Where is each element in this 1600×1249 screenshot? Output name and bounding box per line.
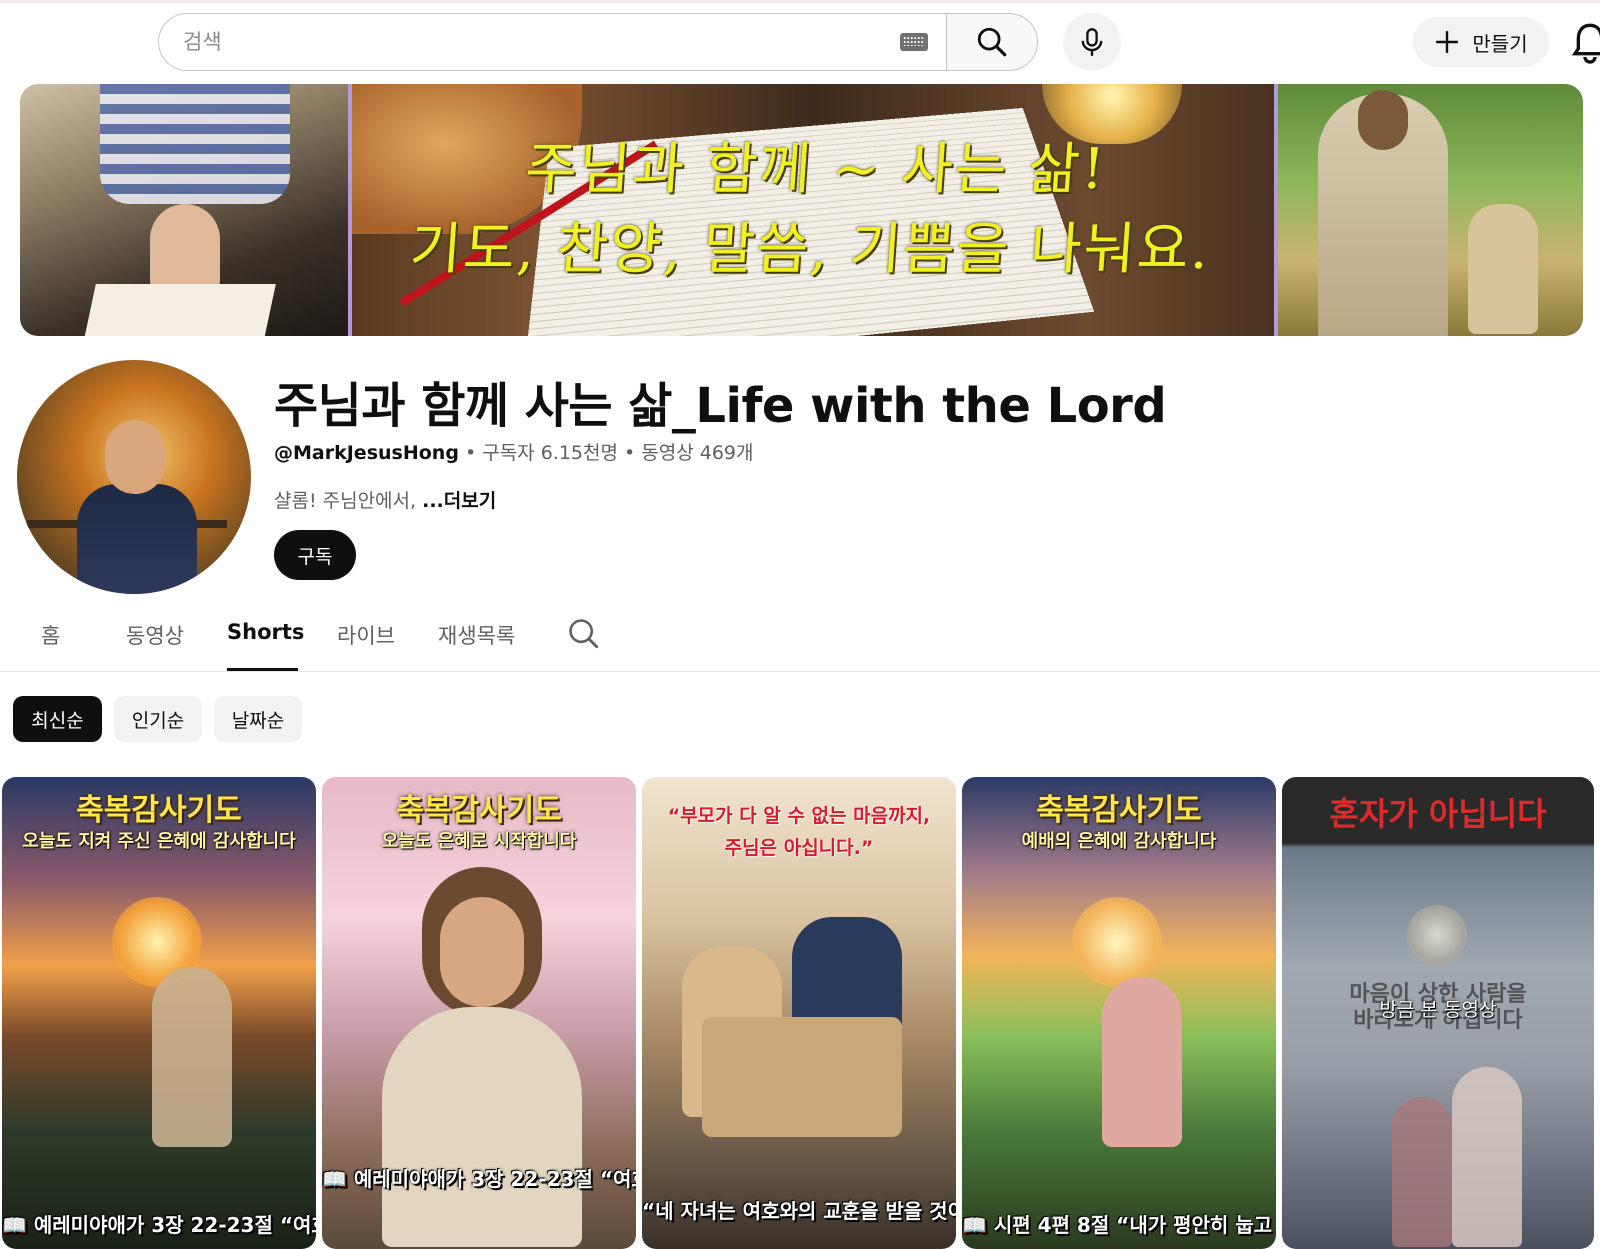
meta-separator: • [458,442,483,464]
create-label: 만들기 [1472,31,1528,56]
keyboard-icon[interactable] [900,33,928,51]
create-button[interactable]: 만들기 [1413,17,1549,67]
chip-oldest[interactable]: 날짜순 [214,696,302,742]
banner-line-1: 주님과 함께 ~ 사는 삶! [523,137,1109,202]
short-verse: 📖 시편 4편 8절 “내가 평안히 눕고 자기도 하리니 나를 안전히 살게 … [962,1213,1276,1237]
meta-separator: • [617,442,642,464]
short-subtitle: 오늘도 지켜 주신 은혜에 감사합니다 [22,831,296,852]
channel-search-icon[interactable] [567,617,601,651]
microphone-icon [1081,28,1103,56]
plus-icon [1436,31,1459,53]
banner-title: 주님과 함께 ~ 사는 삶! 기도, 찬양, 말씀, 기쁨을 나눠요. [346,130,1279,289]
subscriber-count: 구독자 6.15천명 [482,442,618,464]
channel-handle[interactable]: @MarkJesusHong [274,442,459,464]
short-subtitle: 예배의 은혜에 감사합니다 [1021,831,1217,852]
short-item[interactable]: 축복감사기도 오늘도 은혜로 시작합니다 📖 예레미야애가 3장 22-23절 … [322,777,636,1249]
search-button[interactable] [946,13,1038,71]
short-item-watched[interactable]: 혼자가 아닙니다 마음이 상한 사람을 바라보게 하십니다 방금 본 동영상 [1282,777,1594,1249]
short-verse: 📖 예레미야애가 3장 22-23절 “여호와의 인자와 긍휼이 무궁하시므로…… [322,1167,636,1191]
short-item[interactable]: “부모가 다 알 수 없는 마음까지, 주님은 아십니다.” “네 자녀는 여호… [642,777,956,1249]
chip-popular[interactable]: 인기순 [114,696,202,742]
top-accent-line [0,0,1600,3]
chip-latest[interactable]: 최신순 [13,696,102,742]
tab-playlists[interactable]: 재생목록 [438,620,515,650]
short-title: 축복감사기도 [396,793,562,828]
short-title: 축복감사기도 [76,793,242,828]
short-verse: 📖 예레미야애가 3장 22-23절 “여호와의 인자와 긍휼이 무궁하시므로…… [2,1213,316,1237]
channel-tabs: 홈 동영상 Shorts 라이브 재생목록 [0,600,1600,672]
short-subtitle: 오늘도 은혜로 시작합니다 [381,831,577,852]
banner-bible-image: 주님과 함께 ~ 사는 삶! 기도, 찬양, 말씀, 기쁨을 나눠요. [348,84,1278,336]
banner-praying-woman-image [20,84,348,336]
short-title: 혼자가 아닙니다 [1329,795,1547,833]
short-item[interactable]: 축복감사기도 오늘도 지켜 주신 은혜에 감사합니다 📖 예레미야애가 3장 2… [2,777,316,1249]
search-box[interactable] [158,13,946,71]
short-quote-line-1: “부모가 다 알 수 없는 마음까지, [667,805,931,827]
notifications-bell-icon[interactable] [1570,20,1600,64]
tab-shorts[interactable]: Shorts [227,620,304,644]
short-item[interactable]: 축복감사기도 예배의 은혜에 감사합니다 📖 시편 4편 8절 “내가 평안히 … [962,777,1276,1249]
channel-avatar[interactable] [17,360,251,594]
tab-home[interactable]: 홈 [41,620,60,650]
short-verse: “네 자녀는 여호와의 교훈을 받을 것이니 네 자녀에게는 큰 평안이 있을 … [642,1199,956,1223]
just-watched-label: 방금 본 동영상 [1379,999,1497,1021]
channel-description[interactable]: 샬롬! 주님안에서, ...더보기 [274,486,496,513]
search-input[interactable] [183,30,900,54]
channel-meta: @MarkJesusHong • 구독자 6.15천명 • 동영상 469개 [274,438,754,465]
voice-search-button[interactable] [1063,13,1121,71]
channel-banner: 주님과 함께 ~ 사는 삶! 기도, 찬양, 말씀, 기쁨을 나눠요. [20,84,1583,336]
short-sun-image [1407,905,1467,965]
short-title: 축복감사기도 [1036,793,1202,828]
search-bar [158,13,1038,71]
subscribe-button[interactable]: 구독 [274,530,356,580]
video-count: 동영상 469개 [641,442,754,464]
channel-title: 주님과 함께 사는 삶_Life with the Lord [274,378,1167,434]
short-quote-line-2: 주님은 아십니다.” [724,837,874,859]
tab-videos[interactable]: 동영상 [126,620,184,650]
description-text: 샬롬! 주님안에서, [274,490,423,512]
banner-line-2: 기도, 찬양, 말씀, 기쁨을 나눠요. [407,216,1213,282]
banner-jesus-child-image [1278,84,1583,336]
search-icon [977,27,1007,57]
active-tab-indicator [227,668,298,671]
tab-live[interactable]: 라이브 [337,620,395,650]
more-link[interactable]: ...더보기 [422,490,496,512]
